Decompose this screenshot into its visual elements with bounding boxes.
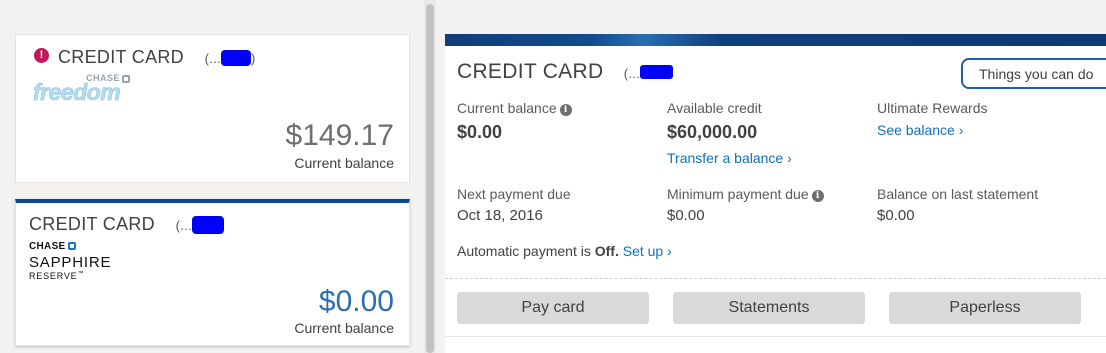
account-type-label: CREDIT CARD [457, 60, 604, 83]
chase-octagon-icon [67, 242, 76, 251]
scrollbar-thumb[interactable] [426, 4, 434, 353]
account-number-prefix: (... [204, 51, 221, 66]
chevron-right-icon: › [958, 122, 964, 138]
account-number-prefix: (... [623, 66, 641, 81]
minimum-payment-value: $0.00 [667, 207, 705, 224]
account-detail-panel: CREDIT CARD (... Things you can do Curre… [445, 34, 1106, 353]
account-card-sapphire[interactable]: CREDIT CARD (... CHASE SAPPHIRE RESERVE™… [15, 199, 410, 346]
alert-icon: ! [34, 48, 49, 63]
sapphire-logo: SAPPHIRE [29, 254, 112, 271]
minimum-payment-label: Minimum payment due i [667, 186, 824, 202]
things-you-can-do-button[interactable]: Things you can do [961, 58, 1106, 89]
last-statement-value: $0.00 [877, 207, 915, 224]
autopay-status: Automatic payment is Off. Set up › [457, 243, 672, 259]
last-statement-label: Balance on last statement [877, 186, 1039, 202]
account-card-freedom[interactable]: ! CREDIT CARD (...) CHASE freedom $149.1… [15, 34, 410, 183]
account-card-title: CREDIT CARD (... [29, 214, 224, 235]
next-payment-value: Oct 18, 2016 [457, 207, 543, 224]
info-icon[interactable]: i [559, 104, 572, 116]
set-up-autopay-link[interactable]: Set up › [623, 243, 672, 259]
detail-title: CREDIT CARD (... [457, 60, 674, 84]
redacted-account-number [640, 65, 674, 80]
ultimate-rewards-label: Ultimate Rewards [877, 100, 988, 116]
current-balance-label: Current balance i [457, 100, 572, 116]
card-banner [445, 34, 1106, 46]
account-number-suffix: ) [250, 51, 256, 66]
reserve-logo: RESERVE™ [29, 271, 85, 281]
info-icon[interactable]: i [811, 190, 824, 202]
freedom-logo: freedom [33, 79, 121, 106]
account-balance-amount: $0.00 [318, 285, 394, 318]
redacted-account-number [191, 216, 224, 235]
account-number-prefix: (... [175, 218, 192, 233]
scrollbar[interactable] [424, 0, 436, 353]
account-type-label: CREDIT CARD [58, 47, 184, 67]
paperless-button[interactable]: Paperless [889, 292, 1081, 324]
account-type-label: CREDIT CARD [29, 214, 155, 234]
current-balance-value: $0.00 [457, 122, 503, 142]
pay-card-button[interactable]: Pay card [457, 292, 649, 324]
chase-octagon-icon [122, 74, 131, 83]
account-card-title: CREDIT CARD (...) [58, 47, 256, 68]
account-balance-label: Current balance [294, 320, 394, 336]
next-payment-label: Next payment due [457, 186, 571, 202]
account-balance-amount: $149.17 [285, 119, 394, 152]
autopay-state: Off. [594, 243, 619, 259]
divider [445, 278, 1106, 279]
available-credit-value: $60,000.00 [667, 122, 758, 142]
statements-button[interactable]: Statements [673, 292, 865, 324]
divider [445, 336, 1106, 337]
chase-logo: CHASE [29, 241, 76, 252]
transfer-balance-link[interactable]: Transfer a balance › [667, 150, 792, 166]
account-balance-label: Current balance [294, 155, 394, 171]
accounts-list: ! CREDIT CARD (...) CHASE freedom $149.1… [0, 0, 424, 353]
chevron-right-icon: › [667, 243, 672, 259]
available-credit-label: Available credit [667, 100, 762, 116]
see-balance-link[interactable]: See balance › [877, 122, 963, 138]
redacted-account-number [220, 50, 251, 67]
chevron-right-icon: › [787, 150, 792, 166]
